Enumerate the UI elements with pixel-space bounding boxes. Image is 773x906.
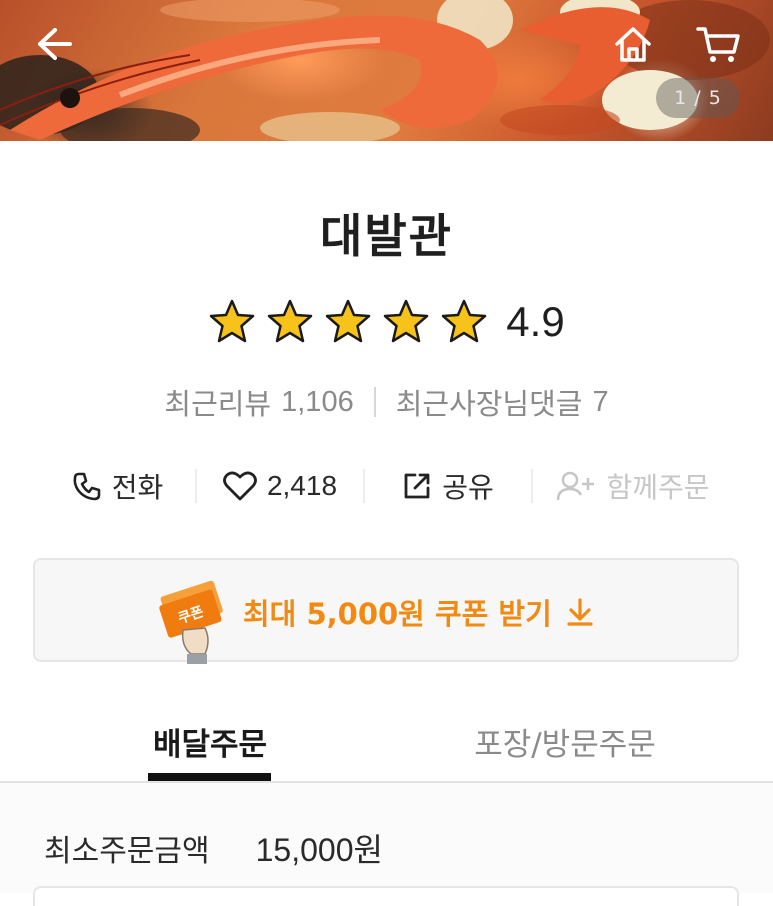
arrow-left-icon xyxy=(38,28,72,60)
review-label: 최근리뷰 xyxy=(164,387,272,421)
store-hero-image[interactable]: 1 / 5 xyxy=(0,0,773,141)
star-rating xyxy=(208,298,488,346)
call-label: 전화 xyxy=(111,471,164,504)
call-button[interactable]: 전화 xyxy=(40,460,195,512)
star-icon xyxy=(442,299,487,343)
image-pager: 1 / 5 xyxy=(656,78,740,118)
star-icon xyxy=(210,299,255,343)
rating-value: 4.9 xyxy=(506,298,565,345)
group-order-button[interactable]: 함께주문 xyxy=(533,460,733,512)
phone-icon xyxy=(73,472,101,501)
back-button[interactable] xyxy=(28,20,80,68)
min-order-row: 최소주문금액 15,000원 xyxy=(44,826,383,870)
heart-icon xyxy=(223,471,257,501)
star-icon xyxy=(268,299,313,343)
star-icon xyxy=(326,299,371,343)
home-button[interactable] xyxy=(608,20,658,68)
star-icon xyxy=(384,299,429,343)
cart-icon xyxy=(696,27,740,62)
owner-reply-count: 7 xyxy=(592,385,609,418)
like-button[interactable]: 2,418 xyxy=(197,460,363,512)
download-arrow-icon xyxy=(567,598,593,626)
review-summary[interactable]: 최근리뷰 1,106 최근사장님댓글 7 xyxy=(0,380,773,424)
rating-row: 4.9 xyxy=(0,294,773,350)
share-icon xyxy=(404,473,430,499)
tab-pickup[interactable]: 포장/방문주문 xyxy=(440,710,690,772)
min-order-value: 15,000원 xyxy=(255,832,383,868)
store-action-bar: 전화 2,418 공유 함께주문 xyxy=(40,460,733,512)
group-order-label: 함께주문 xyxy=(606,471,710,504)
share-button[interactable]: 공유 xyxy=(365,460,531,512)
active-tab-indicator xyxy=(148,773,271,781)
coupon-label: 최대 5,000원 쿠폰 받기 xyxy=(243,597,552,631)
info-card xyxy=(33,886,739,906)
tab-delivery[interactable]: 배달주문 xyxy=(110,710,310,772)
review-count: 1,106 xyxy=(281,385,354,418)
cart-button[interactable] xyxy=(690,20,746,68)
share-label: 공유 xyxy=(442,471,494,504)
coupon-cta: 최대 5,000원 쿠폰 받기 xyxy=(243,590,594,634)
store-name: 대발관 xyxy=(320,209,453,263)
owner-reply-label: 최근사장님댓글 xyxy=(395,387,583,421)
divider xyxy=(373,387,376,417)
order-type-tabs: 배달주문 포장/방문주문 xyxy=(0,710,773,782)
like-count: 2,418 xyxy=(266,470,338,501)
coupon-ticket-icon: 쿠폰 xyxy=(159,580,223,664)
min-order-label: 최소주문금액 xyxy=(44,834,210,869)
add-person-icon xyxy=(557,471,595,501)
home-icon xyxy=(615,27,651,62)
coupon-banner[interactable]: 쿠폰 최대 5,000원 쿠폰 받기 xyxy=(33,558,739,664)
